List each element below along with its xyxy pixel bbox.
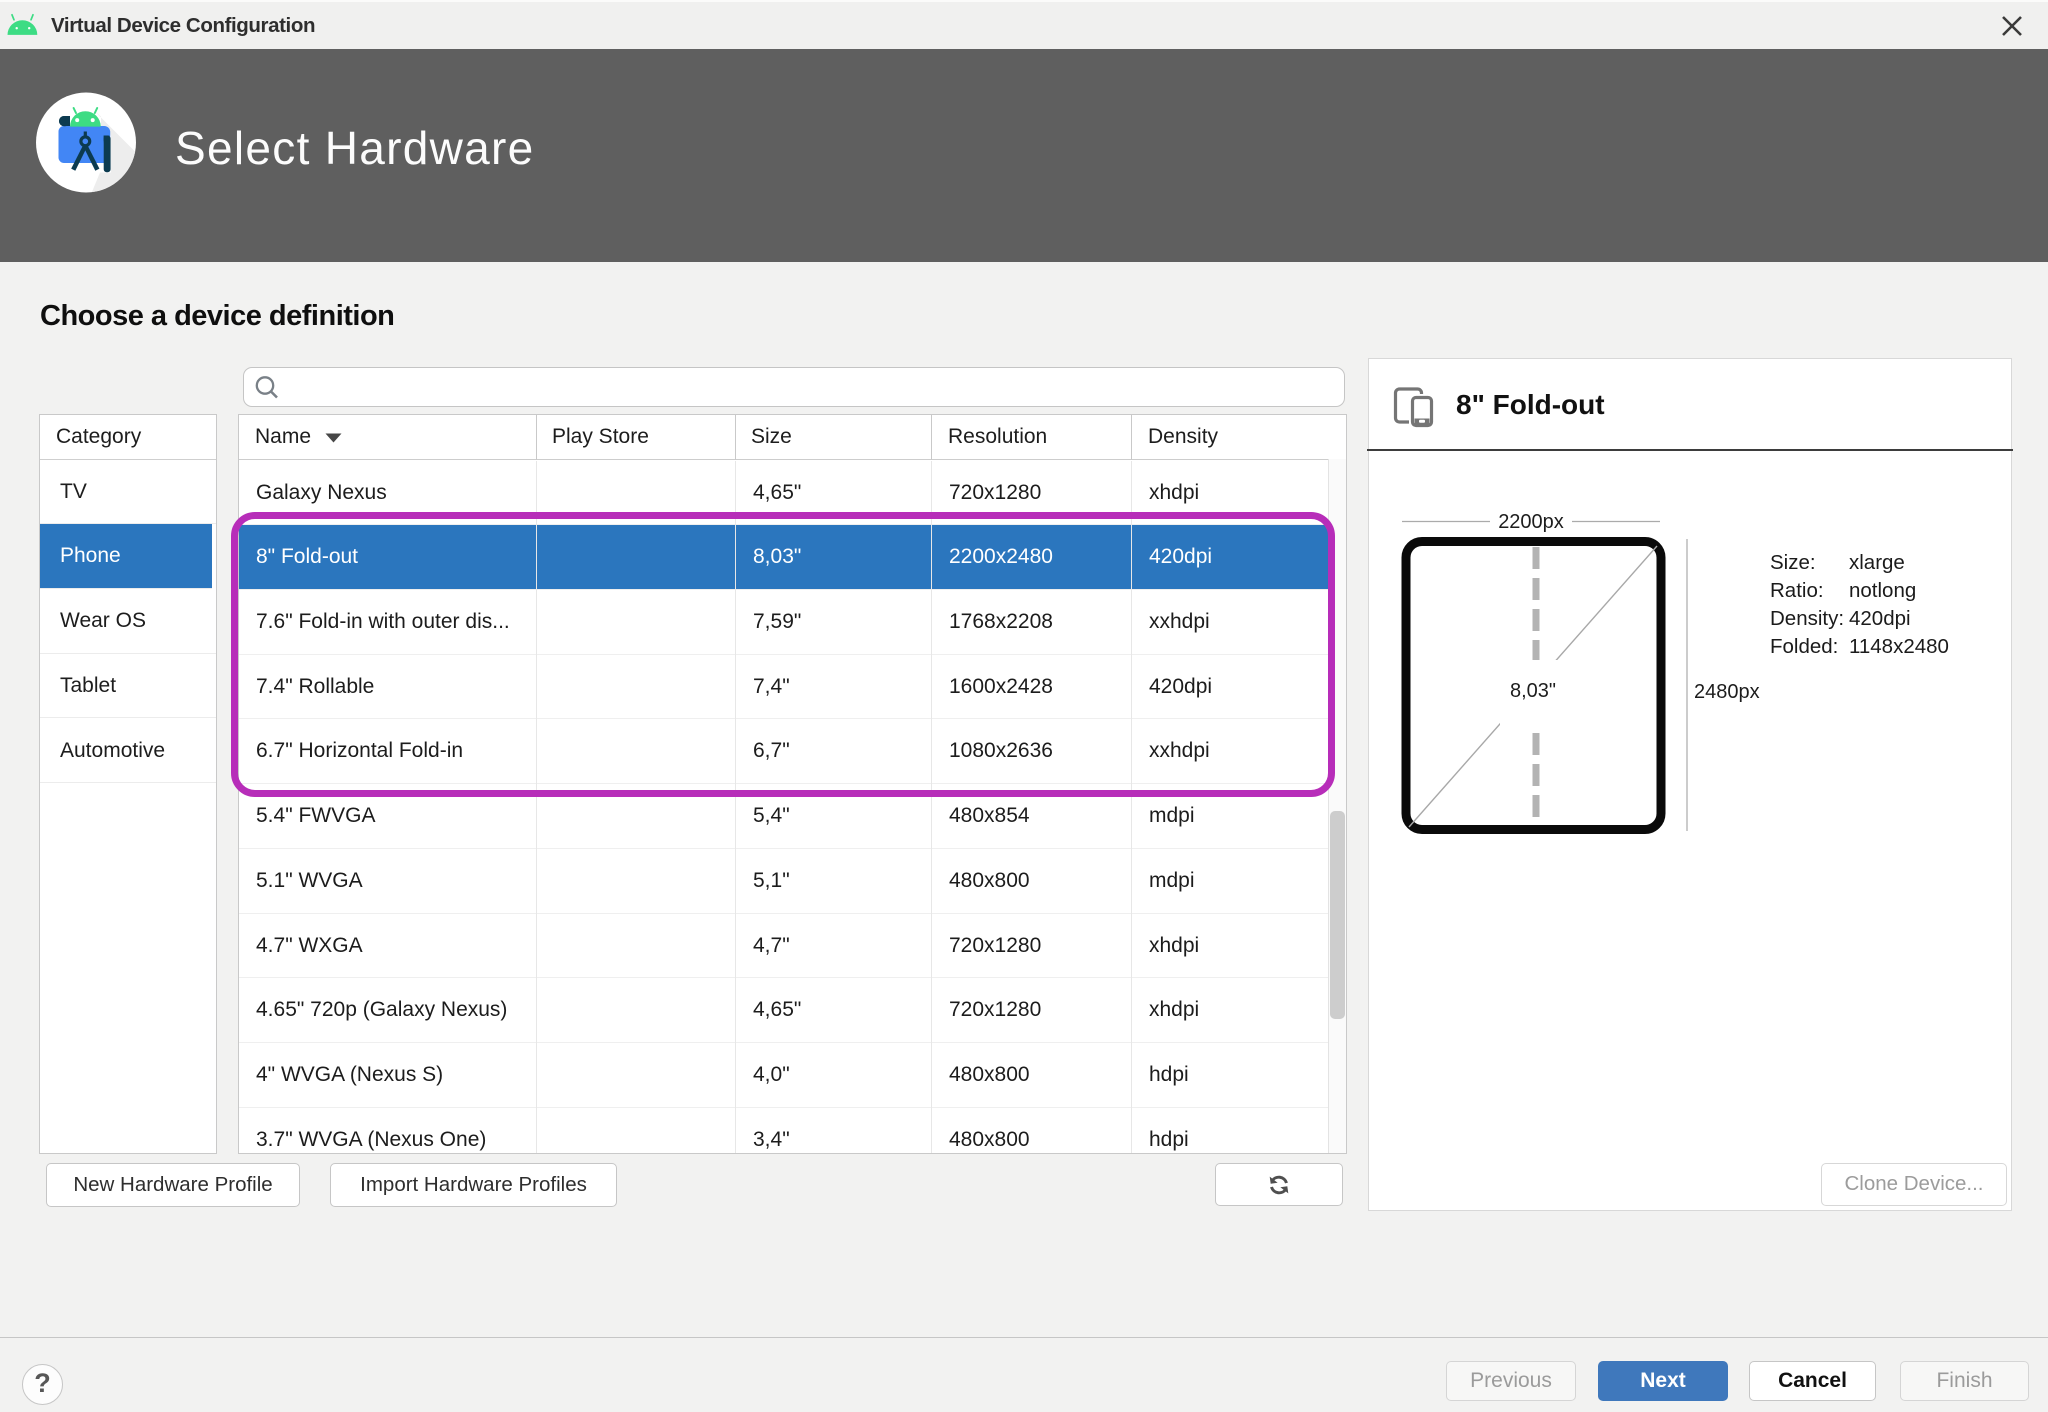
svg-text:2480px: 2480px [1694,681,1760,703]
svg-text:2200px: 2200px [1498,511,1564,533]
svg-text:8,03": 8,03" [1510,680,1556,702]
